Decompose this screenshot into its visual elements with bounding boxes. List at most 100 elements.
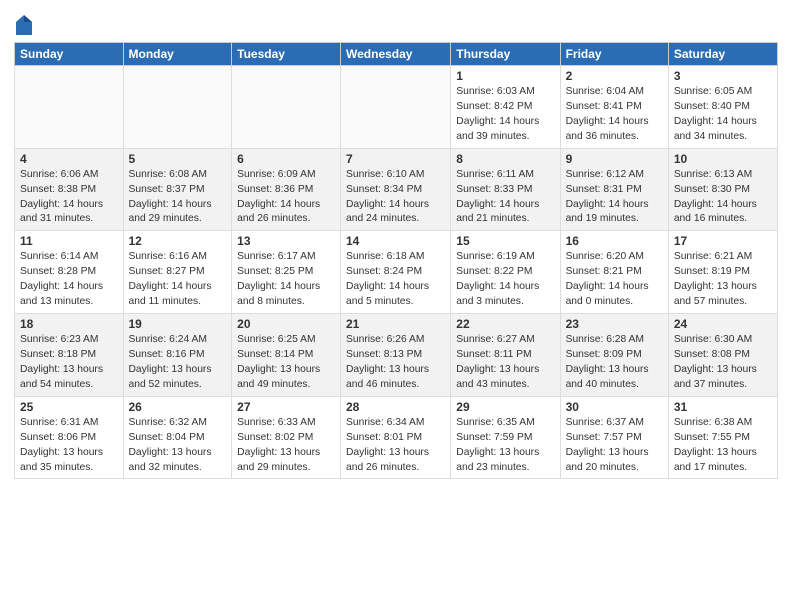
day-number: 11 <box>20 234 118 248</box>
day-info: Sunrise: 6:21 AM Sunset: 8:19 PM Dayligh… <box>674 250 772 310</box>
day-number: 6 <box>237 152 335 166</box>
calendar-cell: 30 Sunrise: 6:37 AM Sunset: 7:57 PM Dayli… <box>560 396 668 479</box>
day-info: Sunrise: 6:27 AM Sunset: 8:11 PM Dayligh… <box>456 333 554 393</box>
calendar-cell: 25Sunrise: 6:31 AM Sunset: 8:06 PM Dayli… <box>15 396 124 479</box>
calendar-cell: 31Sunrise: 6:38 AM Sunset: 7:55 PM Dayli… <box>668 396 777 479</box>
day-info: Sunrise: 6:11 AM Sunset: 8:33 PM Dayligh… <box>456 168 554 228</box>
day-info: Sunrise: 6:25 AM Sunset: 8:14 PM Dayligh… <box>237 333 335 393</box>
day-info: Sunrise: 6:05 AM Sunset: 8:40 PM Dayligh… <box>674 85 772 145</box>
day-info: Sunrise: 6:28 AM Sunset: 8:09 PM Dayligh… <box>566 333 663 393</box>
day-info: Sunrise: 6:04 AM Sunset: 8:41 PM Dayligh… <box>566 85 663 145</box>
calendar-cell: 26Sunrise: 6:32 AM Sunset: 8:04 PM Dayli… <box>123 396 232 479</box>
calendar-header-sunday: Sunday <box>15 43 124 66</box>
calendar-cell: 29Sunrise: 6:35 AM Sunset: 7:59 PM Dayli… <box>451 396 560 479</box>
day-info: Sunrise: 6:30 AM Sunset: 8:08 PM Dayligh… <box>674 333 772 393</box>
day-number: 23 <box>566 317 663 331</box>
day-number: 9 <box>566 152 663 166</box>
day-info: Sunrise: 6:38 AM Sunset: 7:55 PM Dayligh… <box>674 416 772 476</box>
day-info: Sunrise: 6:18 AM Sunset: 8:24 PM Dayligh… <box>346 250 445 310</box>
day-info: Sunrise: 6:14 AM Sunset: 8:28 PM Dayligh… <box>20 250 118 310</box>
day-number: 1 <box>456 69 554 83</box>
day-number: 26 <box>129 400 227 414</box>
day-number: 20 <box>237 317 335 331</box>
calendar-header-wednesday: Wednesday <box>341 43 451 66</box>
day-number: 10 <box>674 152 772 166</box>
page-container: SundayMondayTuesdayWednesdayThursdayFrid… <box>0 0 792 485</box>
day-info: Sunrise: 6:24 AM Sunset: 8:16 PM Dayligh… <box>129 333 227 393</box>
calendar-cell: 8 Sunrise: 6:11 AM Sunset: 8:33 PM Daylig… <box>451 148 560 231</box>
day-number: 17 <box>674 234 772 248</box>
day-number: 21 <box>346 317 445 331</box>
day-info: Sunrise: 6:26 AM Sunset: 8:13 PM Dayligh… <box>346 333 445 393</box>
calendar-table: SundayMondayTuesdayWednesdayThursdayFrid… <box>14 42 778 479</box>
day-info: Sunrise: 6:17 AM Sunset: 8:25 PM Dayligh… <box>237 250 335 310</box>
day-number: 15 <box>456 234 554 248</box>
calendar-cell: 6 Sunrise: 6:09 AM Sunset: 8:36 PM Daylig… <box>232 148 341 231</box>
day-info: Sunrise: 6:34 AM Sunset: 8:01 PM Dayligh… <box>346 416 445 476</box>
calendar-cell: 27Sunrise: 6:33 AM Sunset: 8:02 PM Dayli… <box>232 396 341 479</box>
calendar-cell: 2 Sunrise: 6:04 AM Sunset: 8:41 PM Daylig… <box>560 66 668 149</box>
calendar-cell: 14 Sunrise: 6:18 AM Sunset: 8:24 PM Dayli… <box>341 231 451 314</box>
calendar-cell: 7 Sunrise: 6:10 AM Sunset: 8:34 PM Daylig… <box>341 148 451 231</box>
calendar-cell: 4Sunrise: 6:06 AM Sunset: 8:38 PM Daylig… <box>15 148 124 231</box>
day-number: 19 <box>129 317 227 331</box>
calendar-cell <box>123 66 232 149</box>
calendar-header-row: SundayMondayTuesdayWednesdayThursdayFrid… <box>15 43 778 66</box>
calendar-cell: 11 Sunrise: 6:14 AM Sunset: 8:28 PM Dayli… <box>15 231 124 314</box>
day-info: Sunrise: 6:03 AM Sunset: 8:42 PM Dayligh… <box>456 85 554 145</box>
calendar-cell: 3 Sunrise: 6:05 AM Sunset: 8:40 PM Daylig… <box>668 66 777 149</box>
calendar-cell <box>232 66 341 149</box>
calendar-cell: 13 Sunrise: 6:17 AM Sunset: 8:25 PM Dayli… <box>232 231 341 314</box>
day-number: 14 <box>346 234 445 248</box>
day-number: 18 <box>20 317 118 331</box>
day-number: 27 <box>237 400 335 414</box>
day-info: Sunrise: 6:23 AM Sunset: 8:18 PM Dayligh… <box>20 333 118 393</box>
header <box>14 10 778 36</box>
day-number: 28 <box>346 400 445 414</box>
day-info: Sunrise: 6:09 AM Sunset: 8:36 PM Dayligh… <box>237 168 335 228</box>
day-number: 7 <box>346 152 445 166</box>
calendar-cell: 24Sunrise: 6:30 AM Sunset: 8:08 PM Dayli… <box>668 314 777 397</box>
day-info: Sunrise: 6:19 AM Sunset: 8:22 PM Dayligh… <box>456 250 554 310</box>
day-info: Sunrise: 6:20 AM Sunset: 8:21 PM Dayligh… <box>566 250 663 310</box>
day-info: Sunrise: 6:31 AM Sunset: 8:06 PM Dayligh… <box>20 416 118 476</box>
day-number: 22 <box>456 317 554 331</box>
calendar-cell: 10 Sunrise: 6:13 AM Sunset: 8:30 PM Dayli… <box>668 148 777 231</box>
day-info: Sunrise: 6:10 AM Sunset: 8:34 PM Dayligh… <box>346 168 445 228</box>
day-number: 12 <box>129 234 227 248</box>
day-info: Sunrise: 6:35 AM Sunset: 7:59 PM Dayligh… <box>456 416 554 476</box>
calendar-header-monday: Monday <box>123 43 232 66</box>
day-number: 2 <box>566 69 663 83</box>
calendar-cell: 23 Sunrise: 6:28 AM Sunset: 8:09 PM Dayli… <box>560 314 668 397</box>
calendar-header-saturday: Saturday <box>668 43 777 66</box>
calendar-cell: 21 Sunrise: 6:26 AM Sunset: 8:13 PM Dayli… <box>341 314 451 397</box>
calendar-cell: 12Sunrise: 6:16 AM Sunset: 8:27 PM Dayli… <box>123 231 232 314</box>
calendar-cell: 20 Sunrise: 6:25 AM Sunset: 8:14 PM Dayli… <box>232 314 341 397</box>
calendar-cell: 16 Sunrise: 6:20 AM Sunset: 8:21 PM Dayli… <box>560 231 668 314</box>
calendar-cell: 18 Sunrise: 6:23 AM Sunset: 8:18 PM Dayli… <box>15 314 124 397</box>
day-info: Sunrise: 6:08 AM Sunset: 8:37 PM Dayligh… <box>129 168 227 228</box>
day-number: 30 <box>566 400 663 414</box>
day-number: 8 <box>456 152 554 166</box>
calendar-cell: 28 Sunrise: 6:34 AM Sunset: 8:01 PM Dayli… <box>341 396 451 479</box>
calendar-header-tuesday: Tuesday <box>232 43 341 66</box>
logo-icon <box>15 14 33 36</box>
calendar-week-5: 25Sunrise: 6:31 AM Sunset: 8:06 PM Dayli… <box>15 396 778 479</box>
day-info: Sunrise: 6:13 AM Sunset: 8:30 PM Dayligh… <box>674 168 772 228</box>
calendar-week-1: 1 Sunrise: 6:03 AM Sunset: 8:42 PM Daylig… <box>15 66 778 149</box>
calendar-header-friday: Friday <box>560 43 668 66</box>
day-number: 3 <box>674 69 772 83</box>
calendar-week-4: 18 Sunrise: 6:23 AM Sunset: 8:18 PM Dayli… <box>15 314 778 397</box>
day-info: Sunrise: 6:37 AM Sunset: 7:57 PM Dayligh… <box>566 416 663 476</box>
calendar-cell: 5Sunrise: 6:08 AM Sunset: 8:37 PM Daylig… <box>123 148 232 231</box>
day-number: 13 <box>237 234 335 248</box>
day-info: Sunrise: 6:06 AM Sunset: 8:38 PM Dayligh… <box>20 168 118 228</box>
calendar-cell <box>341 66 451 149</box>
calendar-week-3: 11 Sunrise: 6:14 AM Sunset: 8:28 PM Dayli… <box>15 231 778 314</box>
calendar-cell: 9 Sunrise: 6:12 AM Sunset: 8:31 PM Daylig… <box>560 148 668 231</box>
calendar-cell: 19 Sunrise: 6:24 AM Sunset: 8:16 PM Dayli… <box>123 314 232 397</box>
day-number: 16 <box>566 234 663 248</box>
calendar-cell: 22 Sunrise: 6:27 AM Sunset: 8:11 PM Dayli… <box>451 314 560 397</box>
calendar-header-thursday: Thursday <box>451 43 560 66</box>
day-info: Sunrise: 6:12 AM Sunset: 8:31 PM Dayligh… <box>566 168 663 228</box>
